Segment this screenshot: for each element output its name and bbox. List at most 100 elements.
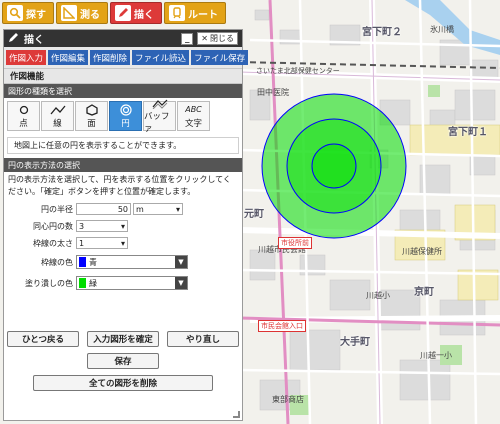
tab-draw-input[interactable]: 作図入力 [6, 50, 47, 65]
map-sign-kitakaido: 市民会館入口 [258, 320, 306, 332]
map-label-kawagoe-ichi: 川越一小 [420, 351, 452, 360]
section-shape-type: 図形の種類を選択 [4, 84, 242, 98]
close-button[interactable]: ✕ 閉じる [197, 32, 238, 45]
radius-unit-select[interactable]: m ▾ [133, 203, 183, 215]
panel-tabs: 作図入力 作図編集 作図削除 ファイル読込 ファイル保存 [4, 47, 249, 68]
search-label: 探す [26, 9, 46, 21]
fill-color-value: 緑 [89, 278, 97, 288]
pencil-icon [115, 5, 131, 21]
action-buttons: ひとつ戻る 入力図形を確定 やり直し [4, 331, 242, 347]
pencil-icon [8, 31, 20, 46]
close-label: 閉じる [210, 34, 234, 43]
map-label-kyomachi: 京町 [414, 287, 434, 298]
polygon-icon [85, 103, 98, 116]
map-label-miyashita2: 宮下町２ [362, 27, 402, 38]
fill-color-label: 塗り潰しの色 [25, 278, 73, 288]
shape-line-button[interactable]: 線 [41, 101, 74, 131]
undo-button[interactable]: ひとつ戻る [7, 331, 79, 347]
shape-point-button[interactable]: 点 [7, 101, 40, 131]
shape-polygon-button[interactable]: 面 [75, 101, 108, 131]
map-label-otemachi: 大手町 [340, 337, 370, 348]
tab-file-load[interactable]: ファイル読込 [132, 50, 190, 65]
top-toolbar: 探す 測る 描く ルート [0, 0, 228, 26]
ruler-icon [61, 5, 77, 21]
search-button[interactable]: 探す [2, 2, 54, 24]
border-color-select[interactable]: 青 ▼ [76, 255, 188, 269]
chevron-down-icon: ▾ [120, 238, 125, 248]
line-icon [50, 104, 66, 116]
border-color-row: 枠線の色 青 ▼ [4, 252, 242, 272]
map-label-kawagoe-hoken: 川越保健所 [402, 247, 442, 256]
map-label-tanaka: 田中医院 [257, 88, 289, 97]
shape-point-label: 点 [19, 118, 28, 129]
radius-label: 円の半径 [41, 204, 73, 214]
shape-buffer-label: バッファ [144, 111, 170, 134]
map-sign-kita-ruika: 市役所前 [278, 237, 312, 249]
shape-selector: 点 線 面 円 バッファ ABC 文字 [4, 98, 242, 134]
buffer-icon [152, 99, 168, 109]
chevron-down-icon: ▼ [175, 277, 187, 289]
shape-description: 地図上に任意の円を表示することができます。 [7, 137, 239, 154]
shape-text-button[interactable]: ABC 文字 [177, 101, 210, 131]
tab-draw-delete[interactable]: 作図削除 [90, 50, 131, 65]
tab-file-save[interactable]: ファイル保存 [191, 50, 249, 65]
train-icon [169, 5, 185, 21]
measure-button[interactable]: 測る [56, 2, 108, 24]
section-function: 作図機能 [4, 68, 242, 84]
drawn-circles [261, 93, 407, 239]
border-width-select[interactable]: 1 ▾ [76, 237, 128, 249]
resize-handle[interactable] [233, 411, 240, 418]
save-button[interactable]: 保存 [87, 353, 159, 369]
section-method: 円の表示方法の選択 [4, 158, 242, 172]
shape-buffer-button[interactable]: バッファ [143, 99, 176, 134]
delete-all-button[interactable]: 全ての図形を削除 [33, 375, 213, 391]
minimize-button[interactable]: _ [181, 32, 194, 45]
redo-button[interactable]: やり直し [167, 331, 239, 347]
shape-circle-button[interactable]: 円 [109, 101, 142, 131]
concentric-select[interactable]: 3 ▾ [76, 220, 128, 232]
confirm-shape-button[interactable]: 入力図形を確定 [87, 331, 159, 347]
map-label-motomachi: 元町 [244, 209, 264, 220]
fill-color-select[interactable]: 緑 ▼ [76, 276, 188, 290]
border-width-label: 枠線の太さ [33, 238, 73, 248]
concentric-row: 同心円の数 3 ▾ [4, 218, 242, 234]
draw-label: 描く [134, 9, 154, 21]
close-icon: ✕ [201, 34, 208, 43]
map-label-saitama: さいたま北部保健センター [256, 67, 340, 75]
panel-header: 描く _ ✕ 閉じる [4, 30, 242, 47]
concentric-value: 3 [79, 221, 85, 231]
border-color-label: 枠線の色 [41, 257, 73, 267]
map-label-kawakami: 氷川橋 [430, 25, 454, 34]
measure-label: 測る [80, 9, 100, 21]
magnifier-icon [7, 5, 23, 21]
map-label-shoten: 東部商店 [272, 395, 304, 404]
shape-text-label: 文字 [184, 118, 202, 129]
border-width-value: 1 [79, 238, 85, 248]
concentric-label: 同心円の数 [33, 221, 73, 231]
map-label-miyashita1: 宮下町１ [448, 127, 488, 138]
route-label: ルート [188, 9, 218, 21]
map-label-kawagoe-school: 川越小 [366, 291, 390, 300]
radius-input[interactable]: 50 [76, 203, 131, 215]
route-button[interactable]: ルート [164, 2, 226, 24]
fill-color-row: 塗り潰しの色 緑 ▼ [4, 273, 242, 293]
text-icon: ABC [185, 105, 202, 114]
chevron-down-icon: ▾ [175, 204, 180, 214]
draw-panel: 描く _ ✕ 閉じる 作図入力 作図編集 作図削除 ファイル読込 ファイル保存 … [3, 29, 249, 421]
instructions: 円の表示方法を選択して、円を表示する位置をクリックしてください。「確定」ボタンを… [8, 175, 231, 196]
draw-button[interactable]: 描く [110, 2, 162, 24]
border-width-row: 枠線の太さ 1 ▾ [4, 235, 242, 251]
border-color-swatch [79, 257, 86, 267]
panel-title: 描く [24, 35, 44, 46]
shape-polygon-label: 面 [87, 118, 96, 129]
radius-unit-value: m [136, 204, 144, 214]
shape-line-label: 線 [53, 118, 62, 129]
tab-draw-edit[interactable]: 作図編集 [48, 50, 89, 65]
fill-color-swatch [79, 278, 86, 288]
circle-icon [119, 103, 132, 116]
shape-circle-label: 円 [121, 118, 130, 129]
border-color-value: 青 [89, 257, 97, 267]
chevron-down-icon: ▼ [175, 256, 187, 268]
radius-row: 円の半径 50 m ▾ [4, 201, 242, 217]
point-icon [19, 104, 29, 116]
